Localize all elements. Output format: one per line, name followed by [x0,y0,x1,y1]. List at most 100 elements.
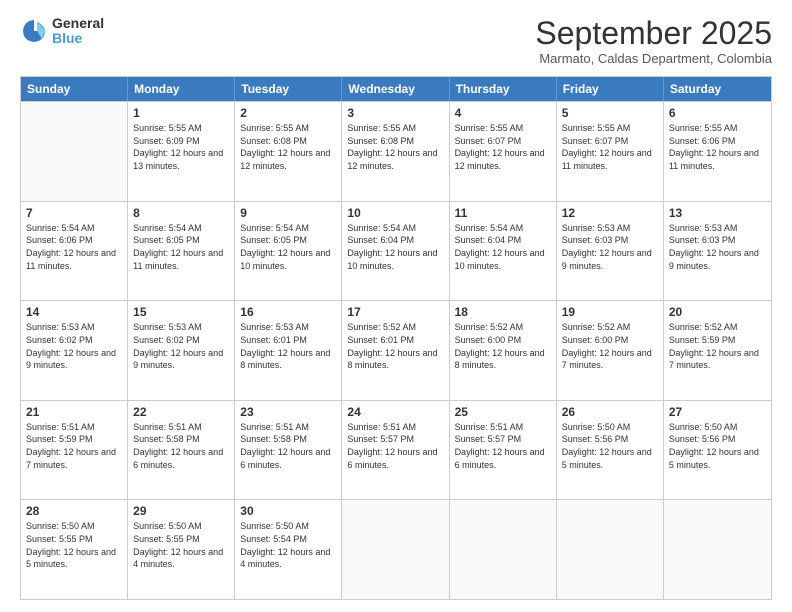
calendar-cell: 12Sunrise: 5:53 AMSunset: 6:03 PMDayligh… [557,202,664,301]
cell-info: Sunrise: 5:52 AMSunset: 5:59 PMDaylight:… [669,321,766,371]
calendar-cell: 6Sunrise: 5:55 AMSunset: 6:06 PMDaylight… [664,102,771,201]
calendar-cell: 11 Sunrise: 5:54 AMSunset: 6:04 PMDayligh… [450,202,557,301]
calendar-cell: 29 Sunrise: 5:50 AMSunset: 5:55 PMDayligh… [128,500,235,599]
day-number: 8 [133,206,229,220]
cell-info: Sunrise: 5:53 AMSunset: 6:02 PMDaylight:… [26,321,122,371]
calendar-row: 21 Sunrise: 5:51 AMSunset: 5:59 PMDayligh… [21,400,771,500]
cell-info: Sunrise: 5:51 AMSunset: 5:58 PMDaylight:… [133,421,229,471]
calendar-cell: 21 Sunrise: 5:51 AMSunset: 5:59 PMDayligh… [21,401,128,500]
calendar-day-header: Saturday [664,77,771,101]
day-number: 14 [26,305,122,319]
day-number: 7 [26,206,122,220]
calendar-cell: 3Sunrise: 5:55 AMSunset: 6:08 PMDaylight… [342,102,449,201]
cell-info: Sunrise: 5:55 AMSunset: 6:08 PMDaylight:… [240,122,336,172]
day-number: 2 [240,106,336,120]
calendar-cell [664,500,771,599]
day-number: 16 [240,305,336,319]
cell-info: Sunrise: 5:52 AMSunset: 6:00 PMDaylight:… [455,321,551,371]
cell-info: Sunrise: 5:54 AMSunset: 6:04 PMDaylight:… [455,222,551,272]
header: General Blue September 2025 Marmato, Cal… [20,16,772,66]
calendar-cell: 15 Sunrise: 5:53 AMSunset: 6:02 PMDayligh… [128,301,235,400]
calendar-cell [342,500,449,599]
day-number: 15 [133,305,229,319]
day-number: 19 [562,305,658,319]
calendar-cell: 2 Sunrise: 5:55 AMSunset: 6:08 PMDaylight… [235,102,342,201]
cell-info: Sunrise: 5:51 AMSunset: 5:58 PMDaylight:… [240,421,336,471]
day-number: 23 [240,405,336,419]
cell-info: Sunrise: 5:53 AMSunset: 6:03 PMDaylight:… [669,222,766,272]
cell-info: Sunrise: 5:53 AMSunset: 6:01 PMDaylight:… [240,321,336,371]
calendar-cell: 1Sunrise: 5:55 AMSunset: 6:09 PMDaylight… [128,102,235,201]
day-number: 9 [240,206,336,220]
day-number: 30 [240,504,336,518]
calendar-cell: 14 Sunrise: 5:53 AMSunset: 6:02 PMDayligh… [21,301,128,400]
calendar-cell: 13 Sunrise: 5:53 AMSunset: 6:03 PMDayligh… [664,202,771,301]
calendar-cell: 9 Sunrise: 5:54 AMSunset: 6:05 PMDaylight… [235,202,342,301]
calendar-cell: 18 Sunrise: 5:52 AMSunset: 6:00 PMDayligh… [450,301,557,400]
calendar-day-header: Thursday [450,77,557,101]
day-number: 20 [669,305,766,319]
calendar-day-header: Monday [128,77,235,101]
day-number: 25 [455,405,551,419]
calendar-cell: 30 Sunrise: 5:50 AMSunset: 5:54 PMDayligh… [235,500,342,599]
calendar-cell: 4 Sunrise: 5:55 AMSunset: 6:07 PMDaylight… [450,102,557,201]
cell-info: Sunrise: 5:52 AMSunset: 6:00 PMDaylight:… [562,321,658,371]
cell-info: Sunrise: 5:53 AMSunset: 6:02 PMDaylight:… [133,321,229,371]
calendar-row: 28 Sunrise: 5:50 AMSunset: 5:55 PMDayligh… [21,499,771,599]
calendar-header: SundayMondayTuesdayWednesdayThursdayFrid… [21,77,771,101]
cell-info: Sunrise: 5:50 AMSunset: 5:55 PMDaylight:… [26,520,122,570]
day-number: 21 [26,405,122,419]
calendar-row: 14 Sunrise: 5:53 AMSunset: 6:02 PMDayligh… [21,300,771,400]
calendar-cell [21,102,128,201]
calendar-day-header: Friday [557,77,664,101]
calendar-cell: 27 Sunrise: 5:50 AMSunset: 5:56 PMDayligh… [664,401,771,500]
calendar-cell: 24Sunrise: 5:51 AMSunset: 5:57 PMDayligh… [342,401,449,500]
cell-info: Sunrise: 5:54 AMSunset: 6:05 PMDaylight:… [240,222,336,272]
calendar-cell: 22 Sunrise: 5:51 AMSunset: 5:58 PMDayligh… [128,401,235,500]
day-number: 29 [133,504,229,518]
cell-info: Sunrise: 5:55 AMSunset: 6:08 PMDaylight:… [347,122,443,172]
subtitle: Marmato, Caldas Department, Colombia [535,51,772,66]
cell-info: Sunrise: 5:54 AMSunset: 6:05 PMDaylight:… [133,222,229,272]
logo: General Blue [20,16,104,47]
day-number: 10 [347,206,443,220]
calendar-cell: 16 Sunrise: 5:53 AMSunset: 6:01 PMDayligh… [235,301,342,400]
calendar-day-header: Tuesday [235,77,342,101]
cell-info: Sunrise: 5:55 AMSunset: 6:09 PMDaylight:… [133,122,229,172]
day-number: 13 [669,206,766,220]
day-number: 24 [347,405,443,419]
cell-info: Sunrise: 5:51 AMSunset: 5:59 PMDaylight:… [26,421,122,471]
day-number: 11 [455,206,551,220]
calendar-body: 1Sunrise: 5:55 AMSunset: 6:09 PMDaylight… [21,101,771,599]
calendar-cell: 5 Sunrise: 5:55 AMSunset: 6:07 PMDaylight… [557,102,664,201]
calendar-cell: 28 Sunrise: 5:50 AMSunset: 5:55 PMDayligh… [21,500,128,599]
calendar-row: 7 Sunrise: 5:54 AMSunset: 6:06 PMDaylight… [21,201,771,301]
title-block: September 2025 Marmato, Caldas Departmen… [535,16,772,66]
day-number: 4 [455,106,551,120]
logo-icon [20,17,48,45]
calendar-day-header: Sunday [21,77,128,101]
calendar: SundayMondayTuesdayWednesdayThursdayFrid… [20,76,772,600]
calendar-cell: 23 Sunrise: 5:51 AMSunset: 5:58 PMDayligh… [235,401,342,500]
cell-info: Sunrise: 5:50 AMSunset: 5:55 PMDaylight:… [133,520,229,570]
day-number: 28 [26,504,122,518]
cell-info: Sunrise: 5:52 AMSunset: 6:01 PMDaylight:… [347,321,443,371]
calendar-cell: 19 Sunrise: 5:52 AMSunset: 6:00 PMDayligh… [557,301,664,400]
cell-info: Sunrise: 5:54 AMSunset: 6:06 PMDaylight:… [26,222,122,272]
cell-info: Sunrise: 5:50 AMSunset: 5:54 PMDaylight:… [240,520,336,570]
page: General Blue September 2025 Marmato, Cal… [0,0,792,612]
calendar-day-header: Wednesday [342,77,449,101]
cell-info: Sunrise: 5:50 AMSunset: 5:56 PMDaylight:… [669,421,766,471]
cell-info: Sunrise: 5:50 AMSunset: 5:56 PMDaylight:… [562,421,658,471]
day-number: 5 [562,106,658,120]
calendar-cell: 20 Sunrise: 5:52 AMSunset: 5:59 PMDayligh… [664,301,771,400]
day-number: 18 [455,305,551,319]
calendar-cell: 17Sunrise: 5:52 AMSunset: 6:01 PMDayligh… [342,301,449,400]
logo-text: General Blue [52,16,104,47]
day-number: 27 [669,405,766,419]
cell-info: Sunrise: 5:55 AMSunset: 6:07 PMDaylight:… [455,122,551,172]
day-number: 22 [133,405,229,419]
calendar-cell [450,500,557,599]
cell-info: Sunrise: 5:55 AMSunset: 6:07 PMDaylight:… [562,122,658,172]
calendar-row: 1Sunrise: 5:55 AMSunset: 6:09 PMDaylight… [21,101,771,201]
